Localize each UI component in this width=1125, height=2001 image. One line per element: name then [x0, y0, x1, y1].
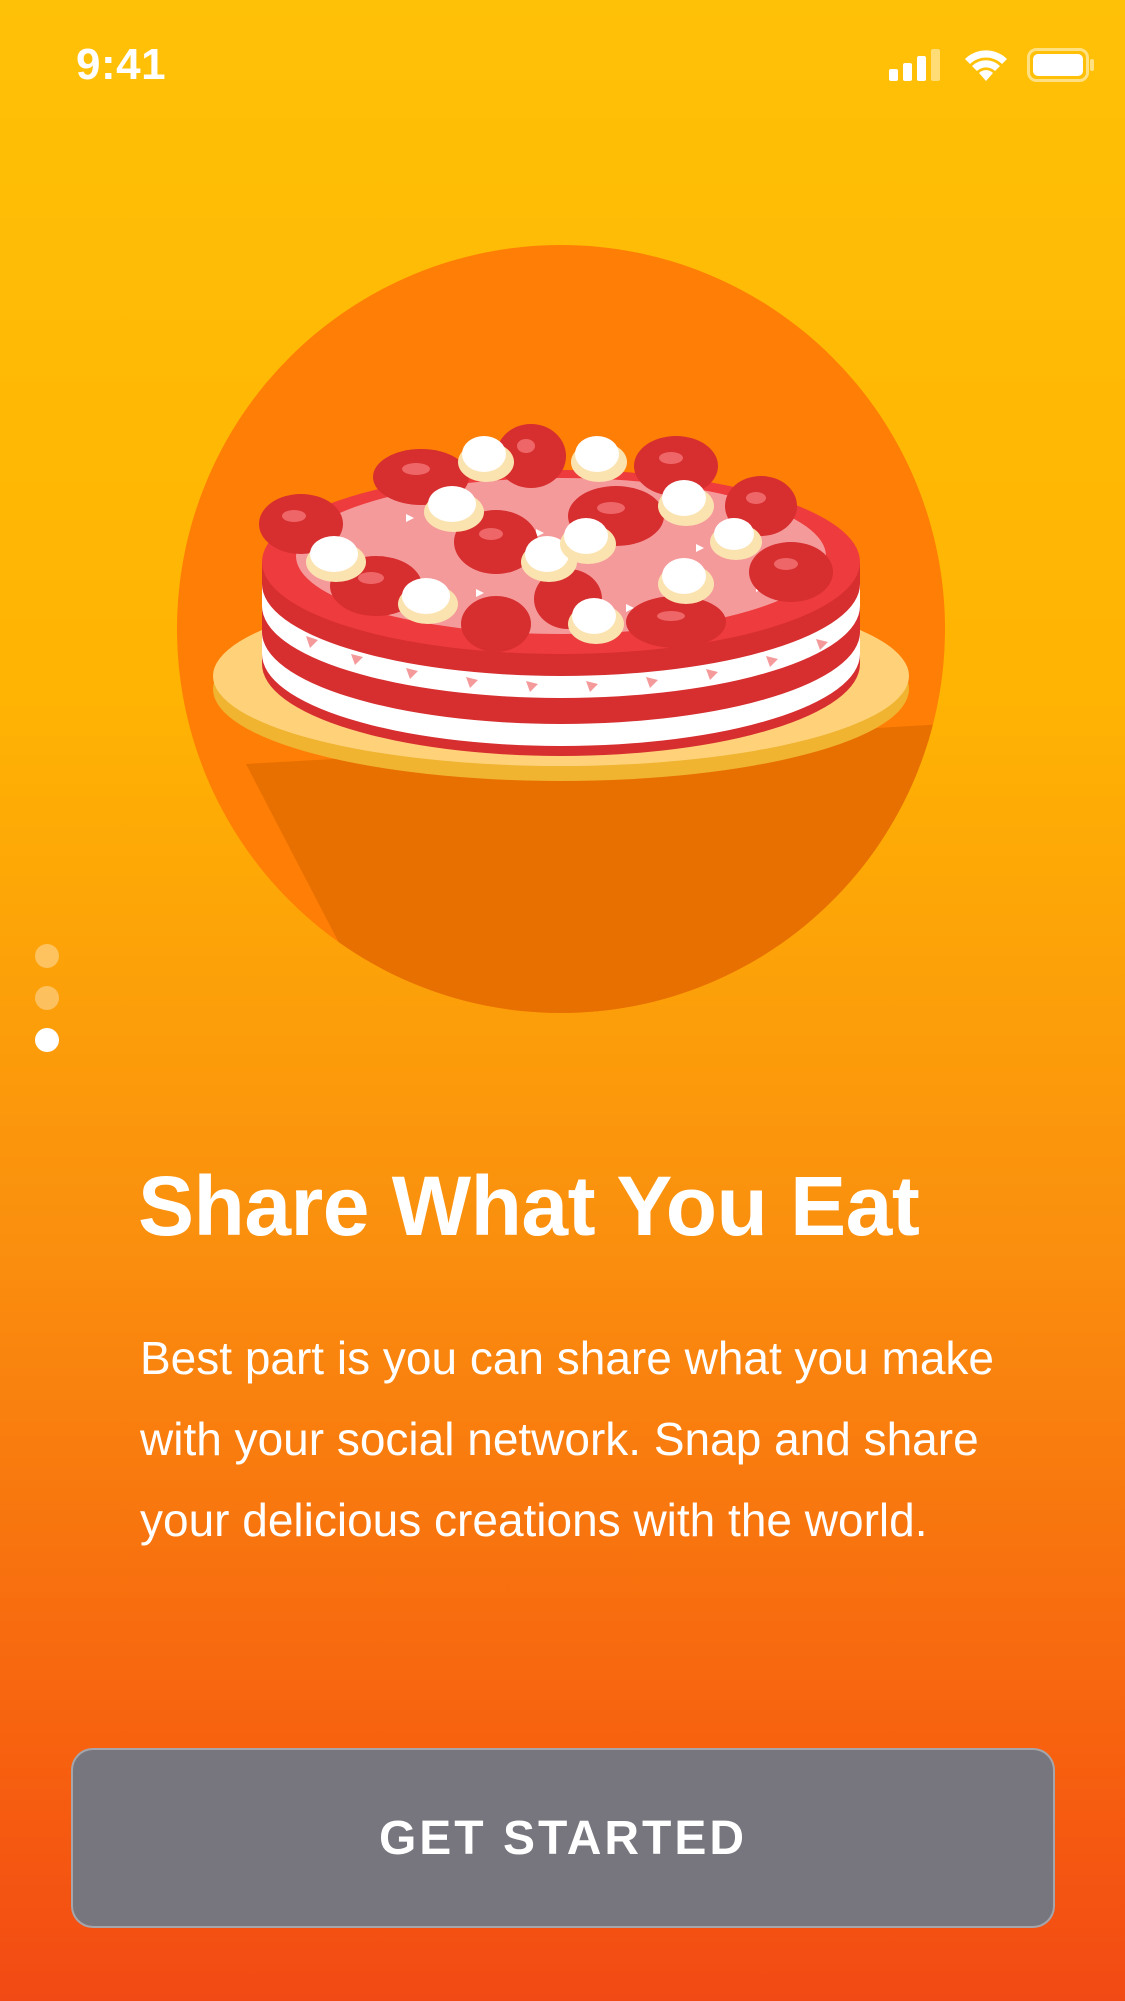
get-started-button[interactable]: GET STARTED — [71, 1748, 1055, 1928]
page-indicator — [35, 944, 61, 1070]
status-time: 9:41 — [76, 40, 167, 89]
page-dot-3-active[interactable] — [35, 1028, 59, 1052]
page-dot-1[interactable] — [35, 944, 59, 968]
page-title: Share What You Eat — [138, 1159, 920, 1253]
status-icons — [889, 48, 1095, 82]
wifi-icon — [963, 48, 1009, 82]
page-description: Best part is you can share what you make… — [140, 1332, 994, 1546]
hero-illustration — [176, 244, 946, 1014]
status-bar: 9:41 — [0, 0, 1125, 140]
battery-icon — [1027, 48, 1095, 82]
signal-icon — [889, 49, 945, 81]
strawberry-cake-illustration — [177, 245, 945, 1013]
page-dot-2[interactable] — [35, 986, 59, 1010]
